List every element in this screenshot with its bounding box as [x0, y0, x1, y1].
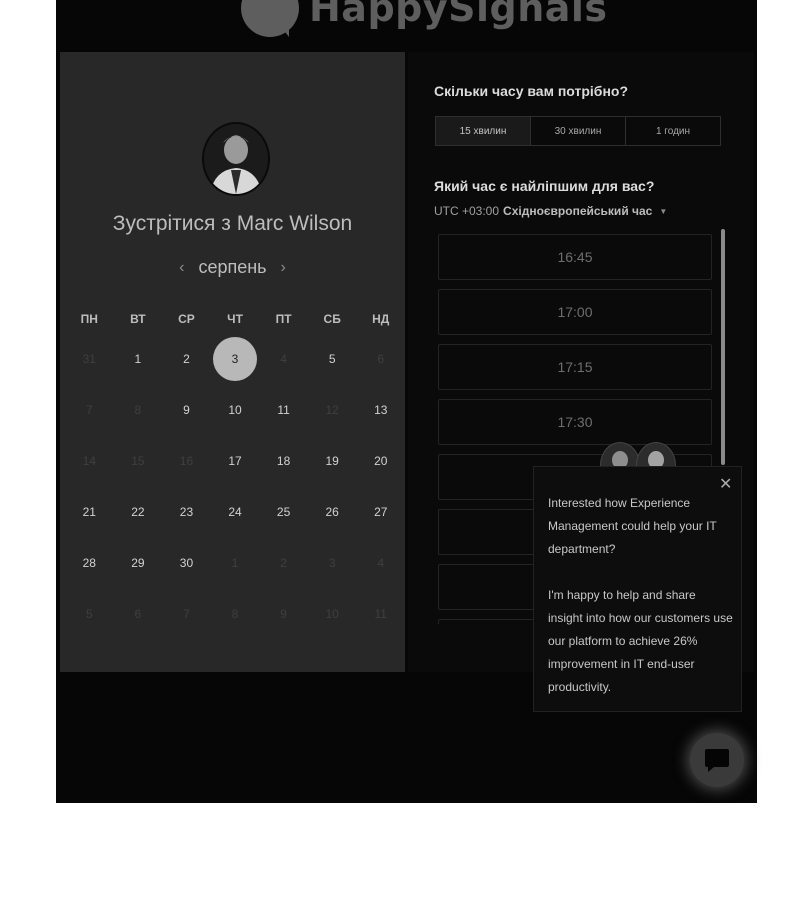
calendar-day[interactable]: 1	[114, 352, 163, 366]
month-navigation: ‹ серпень ›	[60, 257, 405, 278]
caret-down-icon: ▼	[659, 206, 668, 216]
calendar-day-disabled: 12	[325, 402, 339, 417]
duration-option-30[interactable]: 30 хвилин	[530, 117, 625, 145]
calendar-day[interactable]: 27	[356, 505, 405, 519]
calendar-day[interactable]: 22	[114, 505, 163, 519]
calendar-week-row: 5 6 7 8 9 10 11	[65, 588, 405, 639]
next-month-button[interactable]: ›	[281, 259, 286, 277]
calendar-day-disabled: 4	[377, 555, 385, 570]
weekday-label: СБ	[323, 312, 341, 326]
calendar-week-row: 31 1 2 3 4 5 6	[65, 333, 405, 384]
calendar-day[interactable]: 21	[65, 505, 114, 519]
calendar-day-disabled: 31	[82, 351, 96, 366]
chat-popup: ✕ Interested how Experience Management c…	[533, 466, 742, 712]
duration-option-60[interactable]: 1 годин	[625, 117, 720, 145]
calendar-grid: ПН ВТ СР ЧТ ПТ СБ НД 31 1 2 3 4 5 6 7 8 9 10 11 12 13 14 15 16 1…	[65, 305, 405, 639]
calendar-day-disabled: 9	[280, 606, 287, 621]
host-avatar	[202, 122, 270, 196]
calendar-day-disabled: 2	[280, 555, 287, 570]
calendar-day-disabled: 6	[377, 351, 385, 366]
calendar-day[interactable]: 20	[356, 454, 405, 468]
calendar-day-disabled: 10	[325, 606, 339, 621]
calendar-day[interactable]: 11	[259, 403, 308, 417]
calendar-day-disabled: 7	[183, 606, 190, 621]
calendar-week-row: 7 8 9 10 11 12 13	[65, 384, 405, 435]
calendar-day-disabled: 4	[280, 351, 287, 366]
time-slot-button[interactable]: 16:45	[438, 234, 712, 280]
chat-message-paragraph: Interested how Experience Management cou…	[548, 496, 717, 556]
selected-day-number: 3	[213, 336, 258, 381]
calendar-day-disabled: 15	[131, 453, 145, 468]
calendar-week-row: 14 15 16 17 18 19 20	[65, 435, 405, 486]
calendar-week-row: 21 22 23 24 25 26 27	[65, 486, 405, 537]
timezone-name: Східноєвропейський час	[503, 204, 653, 218]
calendar-day[interactable]: 26	[308, 505, 357, 519]
time-slot-button[interactable]: 17:15	[438, 344, 712, 390]
calendar-day[interactable]: 28	[65, 556, 114, 570]
calendar-day[interactable]: 30	[162, 556, 211, 570]
slot-list-scrollbar[interactable]	[721, 229, 725, 465]
calendar-day[interactable]: 17	[211, 454, 260, 468]
timezone-offset: UTC +03:00	[434, 204, 500, 218]
calendar-day[interactable]: 25	[259, 505, 308, 519]
weekday-label: ПН	[80, 312, 98, 326]
calendar-day[interactable]: 19	[308, 454, 357, 468]
prev-month-button[interactable]: ‹	[179, 259, 184, 277]
weekday-label: СР	[178, 312, 195, 326]
calendar-day-disabled: 14	[82, 453, 96, 468]
weekday-header-row: ПН ВТ СР ЧТ ПТ СБ НД	[65, 305, 405, 333]
chat-message: Interested how Experience Management cou…	[548, 492, 733, 722]
weekday-label: ЧТ	[227, 312, 243, 326]
calendar-day-disabled: 5	[85, 606, 93, 621]
current-month: серпень	[198, 257, 267, 277]
calendar-day-disabled: 8	[134, 402, 142, 417]
chat-bubble-icon	[705, 749, 729, 772]
weekday-label: НД	[372, 312, 390, 326]
calendar-day-disabled: 7	[85, 402, 93, 417]
time-slot-button[interactable]: 17:00	[438, 289, 712, 335]
calendar-day[interactable]: 5	[308, 352, 357, 366]
calendar-day[interactable]: 24	[211, 505, 260, 519]
calendar-day[interactable]: 13	[356, 403, 405, 417]
weekday-label: ПТ	[275, 312, 292, 326]
logo-icon	[241, 0, 299, 37]
calendar-day-disabled: 16	[179, 453, 194, 468]
calendar-week-row: 28 29 30 1 2 3 4	[65, 537, 405, 588]
calendar-day-disabled: 1	[231, 555, 239, 570]
meeting-title: Зустрітися з Marc Wilson	[112, 212, 353, 235]
brand-name: HappySignals	[309, 0, 608, 30]
calendar-day-disabled: 8	[231, 606, 239, 621]
calendar-day[interactable]: 18	[259, 454, 308, 468]
chat-launcher-button[interactable]	[690, 733, 744, 787]
calendar-day[interactable]: 9	[162, 403, 211, 417]
weekday-label: ВТ	[130, 312, 146, 326]
chat-message-paragraph: I'm happy to help and share insight into…	[548, 588, 733, 694]
time-slot-button[interactable]: 17:30	[438, 399, 712, 445]
calendar-day-disabled: 6	[134, 606, 142, 621]
calendar-day-disabled: 11	[374, 606, 387, 621]
duration-option-15[interactable]: 15 хвилин	[436, 117, 530, 145]
brand-logo: HappySignals	[241, 0, 608, 38]
calendar-day[interactable]: 29	[114, 556, 163, 570]
calendar-day-disabled: 3	[328, 555, 336, 570]
duration-selector: 15 хвилин 30 хвилин 1 годин	[435, 116, 721, 146]
host-calendar-panel: Зустрітися з Marc Wilson ‹ серпень › ПН В…	[60, 52, 405, 672]
calendar-day-selected[interactable]: 3	[211, 336, 260, 381]
duration-question: Скільки часу вам потрібно?	[434, 83, 629, 99]
timezone-selector[interactable]: UTC +03:00 Східноєвропейський час ▼	[434, 204, 667, 218]
calendar-day[interactable]: 10	[211, 403, 260, 417]
calendar-day[interactable]: 2	[162, 352, 211, 366]
calendar-day[interactable]: 23	[162, 505, 211, 519]
time-question: Який час є найліпшим для вас?	[434, 178, 655, 194]
close-icon[interactable]: ✕	[719, 474, 732, 494]
